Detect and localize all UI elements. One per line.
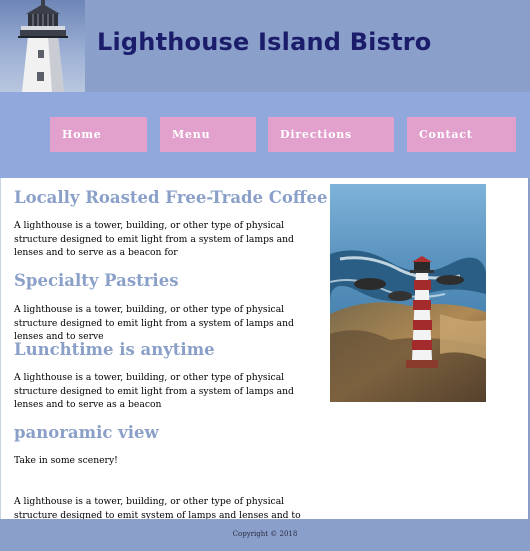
- page: Lighthouse Island Bistro Home Menu Direc…: [0, 0, 530, 551]
- copyright-text: Copyright © 2018: [232, 530, 298, 538]
- section-text-lunchtime: A lighthouse is a tower, building, or ot…: [14, 372, 294, 410]
- section-heading-lunchtime: Lunchtime is anytime: [14, 340, 215, 359]
- section-text-coffee: A lighthouse is a tower, building, or ot…: [14, 220, 294, 258]
- nav-menu-button[interactable]: Menu: [160, 117, 256, 152]
- lighthouse-coast-photo: [330, 184, 486, 402]
- nav-contact-button[interactable]: Contact: [407, 117, 516, 152]
- site-title: Lighthouse Island Bistro: [97, 28, 432, 56]
- site-header: Lighthouse Island Bistro: [0, 0, 530, 92]
- lighthouse-logo-icon: [0, 0, 85, 92]
- section-heading-coffee: Locally Roasted Free-Trade Coffee: [14, 188, 328, 207]
- nav-home-button[interactable]: Home: [50, 117, 147, 152]
- section-heading-panoramic-view: panoramic view: [14, 423, 159, 442]
- section-heading-pastries: Specialty Pastries: [14, 271, 179, 290]
- main-content: Locally Roasted Free-Trade Coffee A ligh…: [0, 178, 530, 534]
- nav-directions-button[interactable]: Directions: [268, 117, 394, 152]
- section-text-pastries: A lighthouse is a tower, building, or ot…: [14, 304, 294, 342]
- section-intro-scenery: Take in some scenery!: [14, 455, 118, 466]
- main-nav: Home Menu Directions Contact: [0, 92, 530, 178]
- site-footer: Copyright © 2018: [0, 519, 530, 551]
